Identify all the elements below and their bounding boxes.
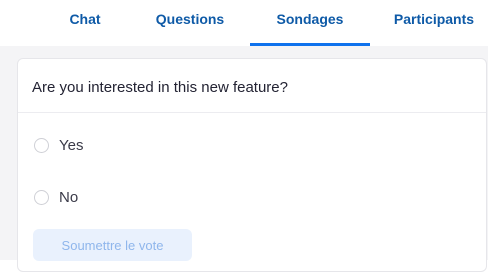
tab-sondages[interactable]: Sondages (250, 0, 370, 46)
radio-button-yes[interactable] (34, 138, 49, 153)
tab-chat-label: Chat (69, 11, 101, 27)
poll-option-no[interactable]: No (34, 189, 78, 206)
tab-questions[interactable]: Questions (138, 0, 242, 46)
radio-button-no[interactable] (34, 190, 49, 205)
question-divider (18, 112, 486, 113)
tab-participants[interactable]: Participants (380, 0, 488, 46)
poll-card: Are you interested in this new feature? … (17, 58, 487, 272)
option-label-yes: Yes (59, 137, 84, 154)
poll-panel: Are you interested in this new feature? … (0, 46, 488, 272)
tab-participants-label: Participants (393, 11, 475, 27)
tab-bar: Chat Questions Sondages Participants (0, 0, 488, 46)
poll-question: Are you interested in this new feature? (32, 79, 288, 96)
poll-option-yes[interactable]: Yes (34, 137, 83, 154)
tab-chat[interactable]: Chat (44, 0, 126, 46)
option-label-no: No (59, 189, 79, 206)
submit-vote-button[interactable]: Soumettre le vote (33, 229, 192, 261)
tab-questions-label: Questions (155, 11, 225, 27)
tab-sondages-label: Sondages (276, 11, 344, 27)
